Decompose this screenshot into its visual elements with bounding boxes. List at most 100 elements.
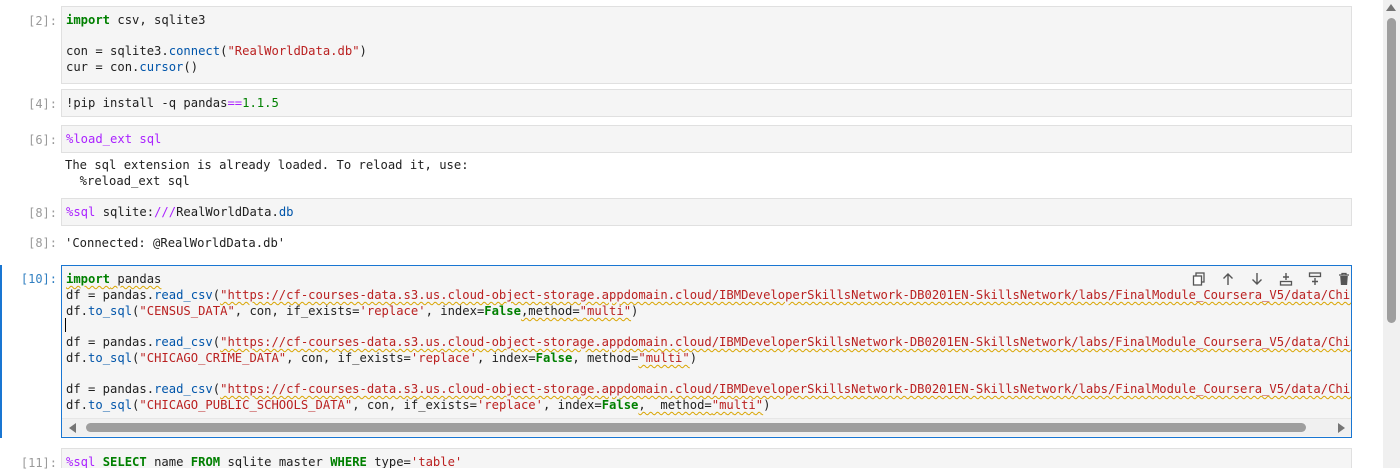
cell-2-input[interactable]: import csv, sqlite3 con = sqlite3.connec… — [61, 6, 1352, 84]
code-text: ) — [763, 398, 771, 412]
code-text: ) — [359, 44, 367, 58]
code-text: !pip install -q pandas — [66, 96, 228, 110]
scroll-left-icon[interactable] — [69, 423, 76, 433]
copy-icon[interactable] — [1188, 270, 1210, 288]
code-text: connect — [168, 44, 221, 58]
code-text: , method= — [572, 351, 639, 365]
cell-11-input[interactable]: %sql SELECT name FROM sqlite_master WHER… — [61, 448, 1352, 468]
code-text: df = pandas. — [66, 335, 155, 349]
code-line: import pandas — [66, 272, 161, 287]
code-text: read_csv — [154, 335, 213, 349]
string-literal: 'replace' — [476, 398, 543, 412]
insert-above-icon[interactable] — [1275, 270, 1297, 288]
code-text: cursor — [139, 60, 184, 74]
number-literal: 1.1.5 — [242, 96, 279, 110]
code-text: read_csv — [154, 288, 213, 302]
code-text: () — [183, 60, 199, 74]
string-literal: "https://cf-courses-data.s3.us.cloud-obj… — [220, 382, 1351, 396]
cell-8-output: 'Connected: @RealWorldData.db' — [65, 236, 286, 250]
code-line: df.to_sql("CHICAGO_CRIME_DATA", con, if_… — [66, 351, 697, 366]
code-text: , method= — [638, 398, 712, 412]
cell-8-output-prompt: [8]: — [28, 236, 57, 250]
code-text: ( — [212, 288, 221, 302]
keyword: FROM — [190, 455, 221, 468]
code-line: con = sqlite3.connect("RealWorldData.db"… — [66, 44, 367, 59]
magic-command: %sql — [66, 205, 96, 219]
string-literal: "multi" — [711, 398, 764, 412]
code-text: sqlite: — [95, 205, 155, 219]
code-text: , con, if_exists= — [286, 351, 411, 365]
code-text: ) — [689, 351, 698, 365]
code-text: db — [278, 205, 294, 219]
cell-6-input[interactable]: %load_ext sql — [61, 125, 1352, 153]
horizontal-scrollbar[interactable] — [62, 418, 1351, 436]
string-literal: 'replace' — [410, 351, 477, 365]
string-literal: "CHICAGO_PUBLIC_SCHOOLS_DATA" — [139, 398, 353, 412]
vertical-scroll-thumb[interactable] — [1387, 18, 1396, 323]
code-text: RealWorldData. — [176, 205, 279, 219]
code-text: df. — [66, 351, 89, 365]
code-text: to_sql — [88, 304, 133, 318]
cell-8-input[interactable]: %sql sqlite:///RealWorldData.db — [61, 198, 1352, 226]
code-line: df = pandas.read_csv("https://cf-courses… — [66, 382, 1351, 397]
cell-8-prompt: [8]: — [28, 206, 57, 220]
keyword: import — [66, 13, 111, 27]
cell-10-prompt: [10]: — [20, 272, 57, 286]
code-text: ) — [631, 304, 639, 318]
code-text: pandas — [110, 272, 162, 286]
string-literal: "https://cf-courses-data.s3.us.cloud-obj… — [220, 335, 1351, 349]
code-text: , con, if_exists= — [352, 398, 477, 412]
operator: /// — [154, 205, 177, 219]
code-text: , con, if_exists= — [234, 304, 360, 318]
cell-4-prompt: [4]: — [28, 97, 57, 111]
move-up-icon[interactable] — [1217, 270, 1239, 288]
string-literal: "multi" — [579, 304, 632, 318]
cell-4-input[interactable]: !pip install -q pandas==1.1.5 — [61, 89, 1352, 117]
scroll-right-icon[interactable] — [1338, 423, 1345, 433]
cell-2-prompt: [2]: — [28, 14, 57, 28]
cell-6-output: %reload_ext sql — [65, 174, 190, 188]
horizontal-scroll-thumb[interactable] — [86, 423, 1306, 432]
scroll-up-icon[interactable] — [1386, 4, 1396, 11]
code-line: %sql sqlite:///RealWorldData.db — [66, 205, 294, 220]
code-text: to_sql — [88, 398, 133, 412]
insert-below-icon[interactable] — [1304, 270, 1326, 288]
keyword: SELECT — [102, 455, 147, 468]
code-line: df = pandas.read_csv("https://cf-courses… — [66, 288, 1351, 303]
code-text: csv, sqlite3 — [110, 13, 206, 27]
code-text: , index= — [425, 304, 485, 318]
keyword: False — [535, 351, 573, 365]
cell-10-input[interactable]: import pandas df = pandas.read_csv("http… — [61, 265, 1352, 438]
cell-6-prompt: [6]: — [28, 133, 57, 147]
active-cell-indicator — [0, 265, 2, 438]
string-literal: "CHICAGO_CRIME_DATA" — [139, 351, 287, 365]
cell-6-output: The sql extension is already loaded. To … — [65, 158, 469, 172]
code-text: name — [146, 455, 191, 468]
cell-toolbar — [1188, 270, 1355, 288]
string-literal: "CENSUS_DATA" — [139, 304, 235, 318]
keyword: import — [66, 272, 111, 286]
code-text: sqlite_master — [220, 455, 331, 468]
code-text: , index= — [542, 398, 602, 412]
code-line: df = pandas.read_csv("https://cf-courses… — [66, 335, 1351, 350]
vertical-scrollbar[interactable] — [1383, 0, 1400, 468]
string-literal: 'replace' — [359, 304, 426, 318]
keyword: False — [601, 398, 639, 412]
move-down-icon[interactable] — [1246, 270, 1268, 288]
code-text: con = sqlite3. — [66, 44, 169, 58]
code-line: df.to_sql("CHICAGO_PUBLIC_SCHOOLS_DATA",… — [66, 398, 770, 413]
delete-icon[interactable] — [1333, 270, 1355, 288]
code-line: cur = con.cursor() — [66, 60, 198, 75]
string-literal: "RealWorldData.db" — [227, 44, 360, 58]
string-literal: "https://cf-courses-data.s3.us.cloud-obj… — [220, 288, 1351, 302]
string-literal: 'table' — [410, 455, 463, 468]
code-text: ( — [212, 382, 221, 396]
magic-command: %sql — [66, 455, 96, 468]
code-text: df = pandas. — [66, 288, 155, 302]
code-text: cur = con. — [66, 60, 140, 74]
code-text: df. — [66, 304, 89, 318]
keyword: WHERE — [330, 455, 367, 468]
code-text: ,method= — [520, 304, 580, 318]
code-text: , index= — [476, 351, 536, 365]
code-text: df = pandas. — [66, 382, 155, 396]
